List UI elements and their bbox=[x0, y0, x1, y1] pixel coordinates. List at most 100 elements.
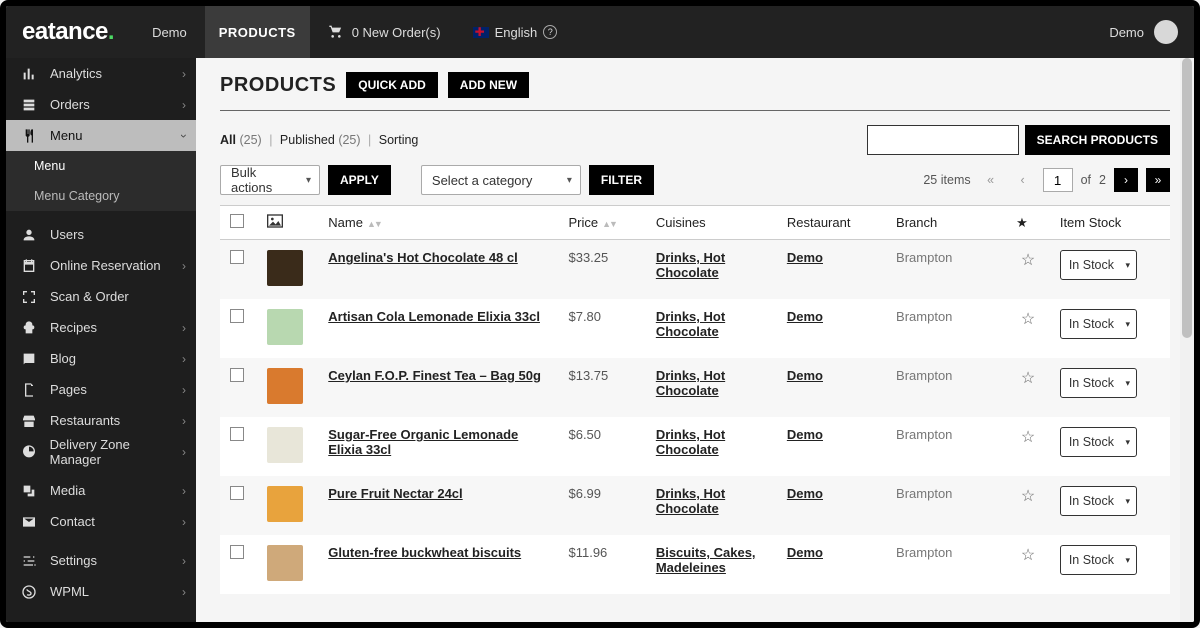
add-new-button[interactable]: ADD NEW bbox=[448, 72, 529, 98]
chevron-right-icon: › bbox=[182, 67, 186, 81]
sidebar-item-analytics[interactable]: Analytics› bbox=[6, 58, 196, 89]
row-checkbox[interactable] bbox=[230, 486, 244, 500]
pager-next[interactable]: › bbox=[1114, 168, 1138, 192]
restaurant-link[interactable]: Demo bbox=[787, 250, 823, 265]
col-name[interactable]: Name bbox=[328, 215, 363, 230]
product-name-link[interactable]: Ceylan F.O.P. Finest Tea – Bag 50g bbox=[328, 368, 541, 383]
row-checkbox[interactable] bbox=[230, 250, 244, 264]
row-checkbox[interactable] bbox=[230, 545, 244, 559]
sidebar-item-media[interactable]: Media› bbox=[6, 475, 196, 506]
products-table: Name▲▼ Price▲▼ Cuisines Restaurant Branc… bbox=[220, 205, 1170, 594]
scan-order-icon bbox=[20, 288, 38, 306]
cuisines-link[interactable]: Drinks, Hot Chocolate bbox=[656, 486, 725, 516]
language-label: English bbox=[495, 25, 538, 40]
pager-of: of bbox=[1081, 173, 1091, 187]
col-branch[interactable]: Branch bbox=[886, 206, 1006, 240]
product-thumbnail[interactable] bbox=[267, 545, 303, 581]
star-icon[interactable]: ☆ bbox=[1021, 252, 1035, 269]
view-published[interactable]: Published bbox=[280, 133, 335, 147]
product-thumbnail[interactable] bbox=[267, 368, 303, 404]
star-icon[interactable]: ☆ bbox=[1021, 311, 1035, 328]
sidebar-item-restaurants[interactable]: Restaurants› bbox=[6, 405, 196, 436]
stock-select[interactable]: In Stock▾ bbox=[1060, 486, 1137, 516]
sidebar-item-menu[interactable]: Menu› bbox=[6, 120, 196, 151]
cuisines-link[interactable]: Biscuits, Cakes, Madeleines bbox=[656, 545, 756, 575]
topnav-language[interactable]: English ? bbox=[459, 6, 572, 58]
restaurant-link[interactable]: Demo bbox=[787, 545, 823, 560]
sidebar-subitem-menu-category[interactable]: Menu Category bbox=[6, 181, 196, 211]
topnav-demo[interactable]: Demo bbox=[138, 6, 201, 58]
restaurant-link[interactable]: Demo bbox=[787, 427, 823, 442]
sidebar-item-settings[interactable]: Settings› bbox=[6, 545, 196, 576]
product-name-link[interactable]: Pure Fruit Nectar 24cl bbox=[328, 486, 462, 501]
bulk-actions-select[interactable]: Bulk actions ▾ bbox=[220, 165, 320, 195]
scrollbar[interactable] bbox=[1180, 58, 1194, 622]
stock-select[interactable]: In Stock▾ bbox=[1060, 545, 1137, 575]
star-icon[interactable]: ☆ bbox=[1021, 488, 1035, 505]
cuisines-link[interactable]: Drinks, Hot Chocolate bbox=[656, 427, 725, 457]
product-thumbnail[interactable] bbox=[267, 250, 303, 286]
pager-page-input[interactable] bbox=[1043, 168, 1073, 192]
category-select[interactable]: Select a category ▾ bbox=[421, 165, 581, 195]
view-sorting[interactable]: Sorting bbox=[379, 133, 419, 147]
sidebar-item-pages[interactable]: Pages› bbox=[6, 374, 196, 405]
row-checkbox[interactable] bbox=[230, 309, 244, 323]
product-thumbnail[interactable] bbox=[267, 309, 303, 345]
select-all-checkbox[interactable] bbox=[230, 214, 244, 228]
sidebar-item-orders[interactable]: Orders› bbox=[6, 89, 196, 120]
sidebar-item-users[interactable]: Users bbox=[6, 219, 196, 250]
star-icon[interactable]: ☆ bbox=[1021, 547, 1035, 564]
stock-select[interactable]: In Stock▾ bbox=[1060, 368, 1137, 398]
col-cuisines[interactable]: Cuisines bbox=[646, 206, 777, 240]
chevron-down-icon: ▾ bbox=[1125, 319, 1130, 330]
search-button[interactable]: SEARCH PRODUCTS bbox=[1025, 125, 1170, 155]
cuisines-link[interactable]: Drinks, Hot Chocolate bbox=[656, 250, 725, 280]
star-icon[interactable]: ☆ bbox=[1021, 370, 1035, 387]
restaurant-link[interactable]: Demo bbox=[787, 486, 823, 501]
search-input[interactable] bbox=[867, 125, 1019, 155]
product-name-link[interactable]: Artisan Cola Lemonade Elixia 33cl bbox=[328, 309, 540, 324]
cart-icon bbox=[328, 23, 344, 42]
pager-prev[interactable]: ‹ bbox=[1011, 168, 1035, 192]
sidebar-item-wpml[interactable]: WPML› bbox=[6, 576, 196, 607]
cuisines-link[interactable]: Drinks, Hot Chocolate bbox=[656, 309, 725, 339]
product-thumbnail[interactable] bbox=[267, 486, 303, 522]
quick-add-button[interactable]: QUICK ADD bbox=[346, 72, 438, 98]
restaurant-link[interactable]: Demo bbox=[787, 309, 823, 324]
sidebar-item-contact[interactable]: Contact› bbox=[6, 506, 196, 537]
pager-first[interactable]: « bbox=[979, 168, 1003, 192]
sidebar-subitem-menu[interactable]: Menu bbox=[6, 151, 196, 181]
col-price[interactable]: Price bbox=[568, 215, 598, 230]
col-restaurant[interactable]: Restaurant bbox=[777, 206, 886, 240]
stock-select[interactable]: In Stock▾ bbox=[1060, 250, 1137, 280]
sidebar-item-blog[interactable]: Blog› bbox=[6, 343, 196, 374]
product-name-link[interactable]: Sugar-Free Organic Lemonade Elixia 33cl bbox=[328, 427, 518, 457]
brand-text: eatance bbox=[22, 18, 108, 45]
stock-label: In Stock bbox=[1069, 553, 1114, 567]
filter-button[interactable]: FILTER bbox=[589, 165, 654, 195]
sidebar-item-recipes[interactable]: Recipes› bbox=[6, 312, 196, 343]
stock-select[interactable]: In Stock▾ bbox=[1060, 427, 1137, 457]
topnav-new-orders[interactable]: 0 New Order(s) bbox=[314, 6, 455, 58]
scrollbar-thumb[interactable] bbox=[1182, 58, 1192, 338]
view-all[interactable]: All bbox=[220, 133, 236, 147]
sidebar-item-online-reservation[interactable]: Online Reservation› bbox=[6, 250, 196, 281]
topnav-user[interactable]: Demo bbox=[1109, 20, 1178, 44]
product-name-link[interactable]: Angelina's Hot Chocolate 48 cl bbox=[328, 250, 517, 265]
row-checkbox[interactable] bbox=[230, 427, 244, 441]
restaurant-link[interactable]: Demo bbox=[787, 368, 823, 383]
row-checkbox[interactable] bbox=[230, 368, 244, 382]
cuisines-link[interactable]: Drinks, Hot Chocolate bbox=[656, 368, 725, 398]
pager-last[interactable]: » bbox=[1146, 168, 1170, 192]
sidebar-item-scan-order[interactable]: Scan & Order bbox=[6, 281, 196, 312]
sidebar-item-delivery-zone-manager[interactable]: Delivery Zone Manager› bbox=[6, 436, 196, 467]
topnav-products[interactable]: PRODUCTS bbox=[205, 6, 310, 58]
col-item-stock[interactable]: Item Stock bbox=[1050, 206, 1170, 240]
star-icon[interactable]: ☆ bbox=[1021, 429, 1035, 446]
product-name-link[interactable]: Gluten-free buckwheat biscuits bbox=[328, 545, 521, 560]
brand-logo[interactable]: eatance. bbox=[22, 18, 114, 46]
product-thumbnail[interactable] bbox=[267, 427, 303, 463]
chevron-right-icon: › bbox=[182, 515, 186, 529]
apply-button[interactable]: APPLY bbox=[328, 165, 391, 195]
stock-select[interactable]: In Stock▾ bbox=[1060, 309, 1137, 339]
